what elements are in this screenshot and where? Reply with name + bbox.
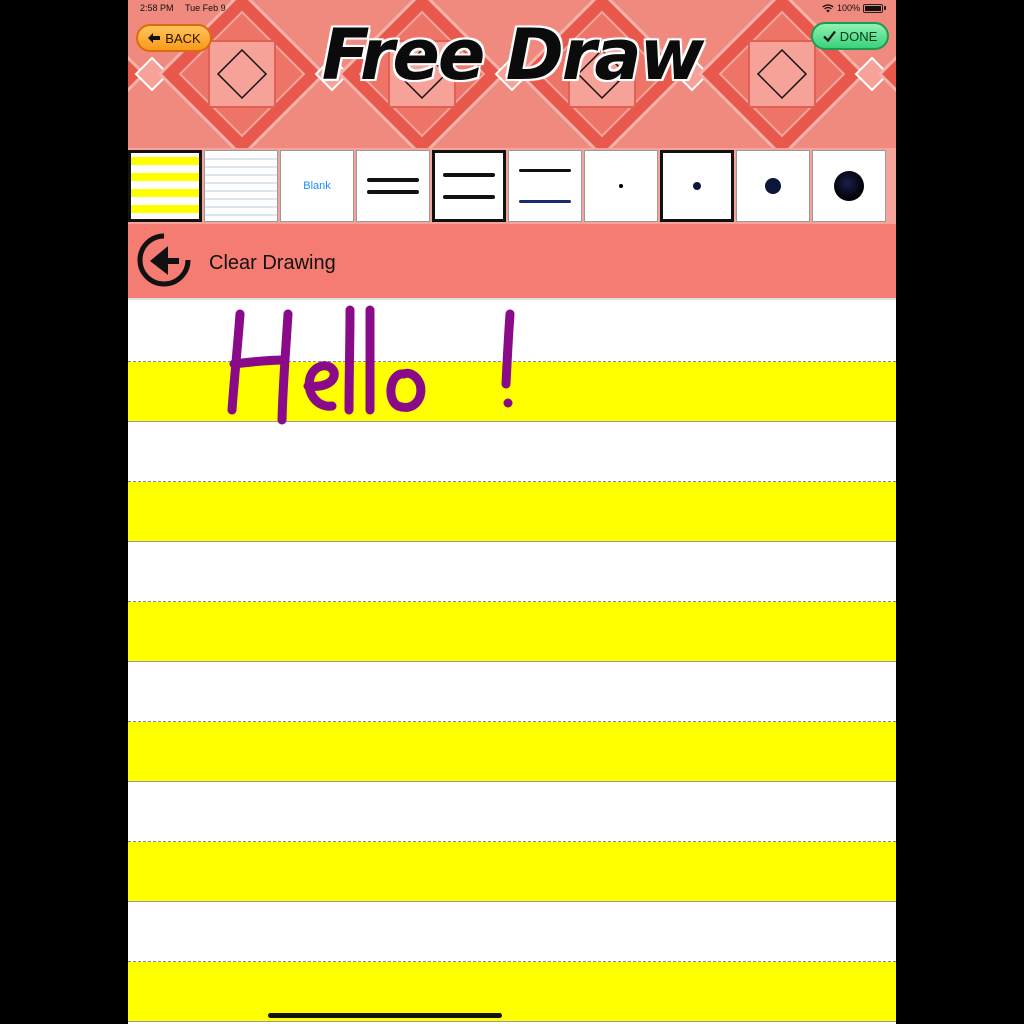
home-indicator — [268, 1013, 502, 1018]
option-brush-small[interactable] — [660, 150, 734, 222]
option-line-size-large[interactable] — [508, 150, 582, 222]
option-brush-large[interactable] — [812, 150, 886, 222]
option-line-size-medium[interactable] — [432, 150, 506, 222]
brush-dot-icon — [619, 184, 623, 188]
line-bar-icon — [519, 169, 571, 172]
app-screen: 2:58 PM Tue Feb 9 100% BACK Free Draw DO… — [128, 0, 896, 1024]
ink-stroke — [277, 309, 293, 425]
page-title: Free Draw — [321, 14, 705, 96]
option-brush-tiny[interactable] — [584, 150, 658, 222]
option-brush-medium[interactable] — [736, 150, 810, 222]
option-blue-lined-paper[interactable] — [204, 150, 278, 222]
blue-lines-icon — [205, 158, 277, 216]
header: 2:58 PM Tue Feb 9 100% BACK Free Draw DO… — [128, 0, 896, 148]
status-time: 2:58 PM — [140, 3, 174, 13]
ink-stroke — [229, 355, 290, 369]
line-bar-icon — [367, 190, 419, 194]
brush-dot-icon — [693, 182, 701, 190]
drawing-canvas[interactable] — [128, 302, 896, 1024]
clear-drawing-bar: Clear Drawing — [128, 224, 896, 300]
ink-stroke — [503, 398, 513, 408]
option-line-size-small[interactable] — [356, 150, 430, 222]
option-blank-paper[interactable]: Blank — [280, 150, 354, 222]
battery-percent: 100% — [836, 3, 860, 13]
line-bar-icon — [443, 173, 495, 177]
yellow-stripes-icon — [131, 153, 199, 219]
checkmark-icon — [822, 30, 836, 42]
ink-stroke — [303, 361, 339, 411]
ink-stroke — [344, 305, 355, 415]
hello-handwriting — [227, 305, 515, 425]
line-bar-icon — [519, 200, 571, 203]
brush-dot-icon — [834, 171, 864, 201]
blank-label: Blank — [303, 180, 331, 192]
battery-cap — [884, 6, 886, 10]
done-label: DONE — [839, 28, 878, 44]
wifi-icon — [822, 3, 834, 12]
ink-stroke — [501, 309, 515, 389]
done-button[interactable]: DONE — [811, 22, 889, 50]
ink-stroke — [386, 368, 426, 412]
undo-circle-icon[interactable] — [135, 231, 193, 289]
paper-options-toolbar: Blank — [128, 148, 896, 224]
battery-icon — [863, 3, 883, 13]
brush-dot-icon — [765, 178, 781, 194]
status-date: Tue Feb 9 — [185, 3, 226, 13]
line-bar-icon — [443, 195, 495, 199]
line-bar-icon — [367, 178, 419, 182]
clear-drawing-label[interactable]: Clear Drawing — [209, 252, 336, 275]
status-right: 100% — [822, 3, 886, 13]
option-yellow-lined-paper[interactable] — [128, 150, 202, 222]
